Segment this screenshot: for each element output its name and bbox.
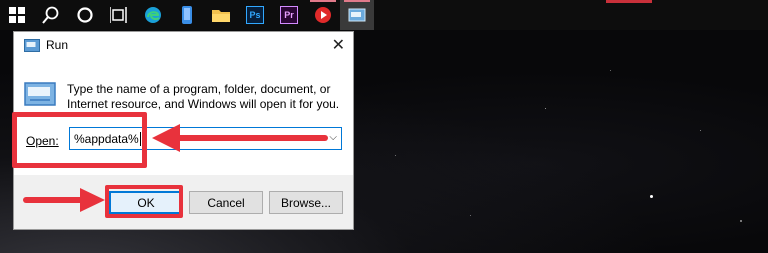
annotation-arrows: [23, 124, 328, 212]
arrow-head-right-icon: [80, 188, 105, 212]
arrow-head-left-icon: [152, 124, 180, 152]
